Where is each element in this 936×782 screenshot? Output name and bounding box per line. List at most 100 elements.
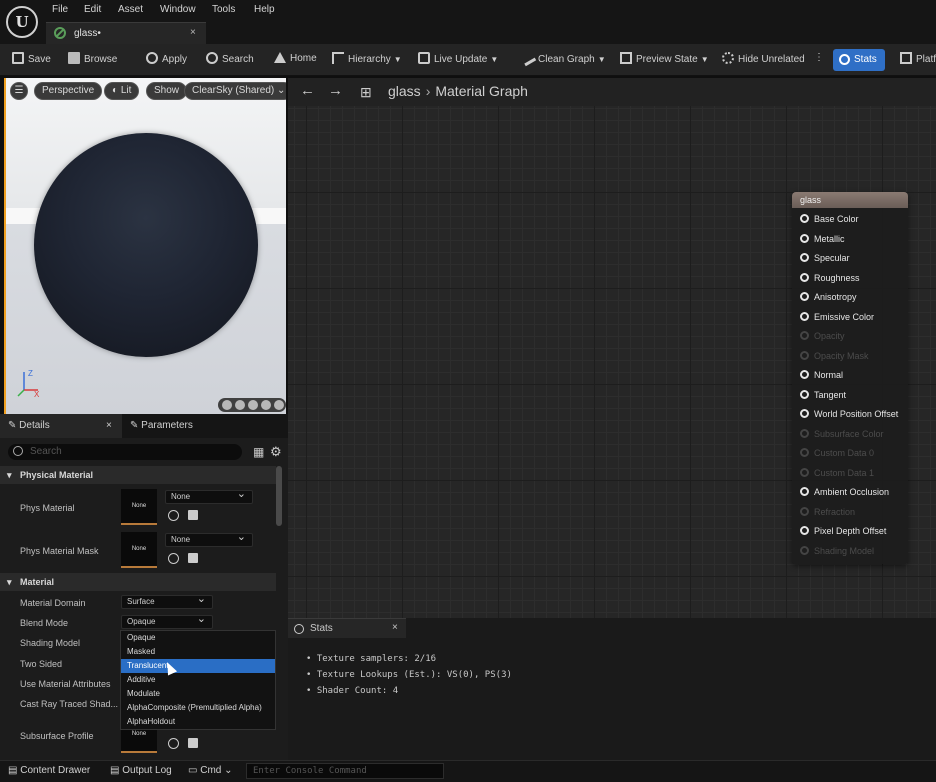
breadcrumb: glass › Material Graph xyxy=(388,83,528,99)
browse-button[interactable]: Browse xyxy=(68,52,117,68)
menu-window[interactable]: Window xyxy=(160,4,196,15)
platforms-button[interactable]: Platf xyxy=(900,52,936,68)
stats-button[interactable]: Stats xyxy=(833,49,885,71)
pin-emissive-color[interactable]: Emissive Color xyxy=(800,311,875,322)
teapot-icon[interactable] xyxy=(274,400,284,410)
chevron-down-icon: ▼ xyxy=(490,55,499,64)
search-icon xyxy=(13,446,23,456)
browse-asset-icon[interactable] xyxy=(188,738,198,748)
plane-icon[interactable] xyxy=(248,400,258,410)
cmd-dropdown[interactable]: ▭ Cmd ⌄ xyxy=(188,765,233,776)
pin-metallic[interactable]: Metallic xyxy=(800,233,845,244)
pin-normal[interactable]: Normal xyxy=(800,370,843,380)
home-button[interactable]: Home xyxy=(274,52,317,68)
use-selected-icon[interactable] xyxy=(168,553,179,564)
browse-asset-icon[interactable] xyxy=(188,553,198,563)
preview-state-dropdown[interactable]: Preview State ▼ xyxy=(620,52,709,68)
lit-icon: ◐ xyxy=(112,85,121,96)
material-graph-canvas[interactable]: ← → ⊞ glass › Material Graph glass Base Co… xyxy=(288,78,936,618)
option-masked[interactable]: Masked xyxy=(121,645,275,659)
tab-stats-label: Stats xyxy=(310,623,333,634)
section-physical-material[interactable]: Physical Material xyxy=(0,466,276,484)
save-button[interactable]: Save xyxy=(12,52,51,68)
pin-specular[interactable]: Specular xyxy=(800,253,850,263)
close-icon[interactable]: × xyxy=(392,622,398,633)
perspective-button[interactable]: Perspective xyxy=(34,82,103,100)
material-result-node[interactable]: glass Base Color Metallic Specular Roughnes… xyxy=(792,192,908,564)
search-icon xyxy=(206,52,218,64)
hierarchy-dropdown[interactable]: Hierarchy ▼ xyxy=(332,52,402,68)
option-alphacomposite[interactable]: AlphaComposite (Premultiplied Alpha) xyxy=(121,701,275,715)
option-translucent[interactable]: Translucent xyxy=(121,659,275,673)
phys-material-thumbnail[interactable]: None xyxy=(121,489,157,525)
use-selected-icon[interactable] xyxy=(168,510,179,521)
search-button[interactable]: Search xyxy=(206,52,254,68)
node-title[interactable]: glass xyxy=(792,192,908,208)
more-options-icon[interactable]: ⋮ xyxy=(814,52,824,68)
preview-shape-selector[interactable] xyxy=(218,398,286,412)
tab-stats[interactable]: Stats × xyxy=(288,618,406,638)
details-search-input[interactable]: Search xyxy=(8,444,242,460)
settings-gear-icon[interactable]: ⚙ xyxy=(270,444,282,460)
preview-viewport[interactable]: ☰ Perspective ◐ Lit Show ClearSky (Share… xyxy=(4,78,286,414)
forward-arrow-icon[interactable]: → xyxy=(328,82,343,99)
pin-world-position-offset[interactable]: World Position Offset xyxy=(800,409,898,419)
lit-button[interactable]: ◐ Lit xyxy=(104,82,140,100)
menu-help[interactable]: Help xyxy=(254,4,275,15)
option-opaque[interactable]: Opaque xyxy=(121,631,275,645)
pin-base-color[interactable]: Base Color xyxy=(800,214,859,224)
clean-graph-dropdown[interactable]: Clean Graph ▼ xyxy=(519,49,606,68)
show-button[interactable]: Show xyxy=(146,82,188,100)
tab-details[interactable]: ✎ Details × xyxy=(0,414,122,438)
menu-file[interactable]: File xyxy=(52,4,68,15)
phys-material-combo[interactable]: None xyxy=(165,488,253,504)
live-update-dropdown[interactable]: Live Update ▼ xyxy=(418,52,498,68)
apply-button[interactable]: Apply xyxy=(146,52,187,68)
pin-anisotropy[interactable]: Anisotropy xyxy=(800,292,857,302)
section-material[interactable]: Material xyxy=(0,573,276,591)
hide-unrelated-icon xyxy=(722,52,734,64)
blend-mode-combo[interactable]: Opaque xyxy=(121,613,213,629)
use-selected-icon[interactable] xyxy=(168,738,179,749)
menu-tools[interactable]: Tools xyxy=(212,4,235,15)
hide-unrelated-button[interactable]: Hide Unrelated xyxy=(722,52,805,68)
chevron-down-icon: ▼ xyxy=(393,55,402,64)
option-alphaholdout[interactable]: AlphaHoldout xyxy=(121,715,275,729)
phys-material-mask-thumbnail[interactable]: None xyxy=(121,532,157,568)
back-arrow-icon[interactable]: ← xyxy=(300,82,315,99)
content-drawer-button[interactable]: ▤ Content Drawer xyxy=(8,765,90,776)
cylinder-icon[interactable] xyxy=(222,400,232,410)
sky-label: ClearSky (Shared) xyxy=(192,85,275,96)
cube-icon[interactable] xyxy=(261,400,271,410)
browse-asset-icon[interactable] xyxy=(188,510,198,520)
tab-glass[interactable]: glass• × xyxy=(46,22,206,44)
pin-roughness[interactable]: Roughness xyxy=(800,272,860,283)
preview-state-label: Preview State xyxy=(636,54,698,65)
tab-parameters[interactable]: ✎ Parameters xyxy=(130,414,193,438)
material-domain-combo[interactable]: Surface xyxy=(121,593,213,609)
stats-icon xyxy=(294,624,304,634)
pin-ambient-occlusion[interactable]: Ambient Occlusion xyxy=(800,487,889,497)
phys-material-mask-combo[interactable]: None xyxy=(165,531,253,547)
details-scrollbar[interactable] xyxy=(276,466,282,526)
menu-edit[interactable]: Edit xyxy=(84,4,101,15)
stats-shader-count: • Shader Count: 4 xyxy=(306,686,399,696)
output-log-button[interactable]: ▤ Output Log xyxy=(110,765,172,776)
viewport-menu-icon[interactable]: ☰ xyxy=(10,82,28,100)
unreal-logo-icon[interactable]: U xyxy=(6,6,38,38)
sphere-icon[interactable] xyxy=(235,400,245,410)
pin-tangent[interactable]: Tangent xyxy=(800,389,846,400)
pin-label: Emissive Color xyxy=(814,311,875,322)
chevron-down-icon: ⌄ xyxy=(277,85,286,96)
close-icon[interactable]: × xyxy=(190,27,196,38)
grid-view-icon[interactable]: ▦ xyxy=(253,445,264,459)
graph-hierarchy-icon[interactable]: ⊞ xyxy=(360,84,372,101)
console-input[interactable]: Enter Console Command xyxy=(246,763,444,779)
close-icon[interactable]: × xyxy=(106,414,112,438)
option-additive[interactable]: Additive xyxy=(121,673,275,687)
breadcrumb-asset[interactable]: glass xyxy=(388,83,421,99)
sky-dropdown[interactable]: ClearSky (Shared) ⌄ xyxy=(184,82,286,100)
option-modulate[interactable]: Modulate xyxy=(121,687,275,701)
menu-asset[interactable]: Asset xyxy=(118,4,143,15)
pin-pixel-depth-offset[interactable]: Pixel Depth Offset xyxy=(800,526,886,536)
